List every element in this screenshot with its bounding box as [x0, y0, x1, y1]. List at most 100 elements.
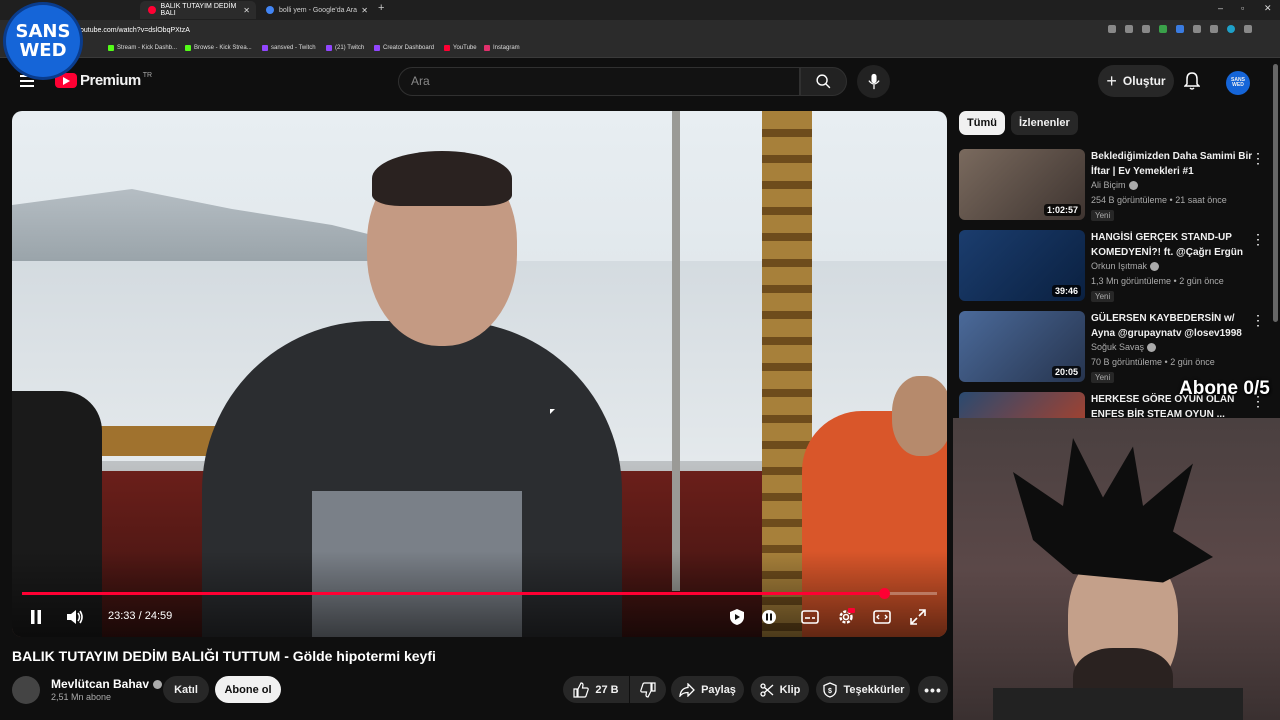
- bell-icon: [1183, 72, 1201, 90]
- notifications-button[interactable]: [1183, 72, 1201, 95]
- svg-text:$: $: [828, 688, 832, 695]
- theater-icon: [873, 610, 891, 624]
- bookmarks-bar: Stream - Kick Dashb... Browse - Kick Str…: [0, 42, 1280, 58]
- video-frame-pole: [672, 111, 680, 591]
- fullscreen-button[interactable]: [906, 605, 930, 629]
- video-player[interactable]: 23:33 / 24:59: [12, 111, 947, 637]
- extension-icon[interactable]: [1193, 25, 1201, 33]
- tab-label: BALIK TUTAYIM DEDİM BALI: [160, 3, 237, 17]
- pause-button[interactable]: [24, 605, 48, 629]
- extension-icon[interactable]: [1159, 25, 1167, 33]
- theater-mode-button[interactable]: [870, 605, 894, 629]
- ambient-mode-button[interactable]: [726, 605, 748, 629]
- recommendation-item[interactable]: 20:05 GÜLERSEN KAYBEDERSİN w/ Ayna @grup…: [959, 311, 1269, 383]
- more-actions-button[interactable]: •••: [918, 676, 948, 703]
- bookmark-item[interactable]: Instagram: [484, 45, 520, 51]
- subscriber-count: 2,51 Mn abone: [51, 692, 112, 702]
- account-avatar[interactable]: SANS WED: [1226, 71, 1250, 95]
- youtube-favicon-icon: [148, 6, 156, 14]
- more-icon[interactable]: [1244, 25, 1252, 33]
- voice-search-button[interactable]: [857, 65, 890, 98]
- share-button[interactable]: Paylaş: [671, 676, 744, 703]
- new-badge: Yeni: [1091, 372, 1115, 383]
- profile-icon[interactable]: [1227, 25, 1235, 33]
- subscribe-button[interactable]: Abone ol: [215, 676, 281, 703]
- video-thumbnail[interactable]: 1:02:57: [959, 149, 1085, 220]
- chip-watched[interactable]: İzlenenler: [1011, 111, 1078, 135]
- more-vertical-icon[interactable]: ⋮: [1251, 313, 1265, 327]
- bookmark-item[interactable]: Creator Dashboard: [374, 45, 434, 51]
- join-button[interactable]: Katıl: [163, 676, 209, 703]
- gear-icon: [839, 608, 855, 624]
- puzzle-icon[interactable]: [1210, 25, 1218, 33]
- video-thumbnail[interactable]: 20:05: [959, 311, 1085, 382]
- youtube-premium-logo[interactable]: Premium TR: [55, 72, 152, 89]
- browser-tab[interactable]: bolli yem - Google'da Ara ✕: [258, 1, 374, 19]
- mouse-cursor-icon: [550, 409, 555, 414]
- settings-button[interactable]: [834, 605, 858, 629]
- more-vertical-icon[interactable]: ⋮: [1251, 232, 1265, 246]
- youtube-header: Premium TR Ara + Oluştur SANS WED: [0, 60, 1280, 104]
- like-button[interactable]: 27 B: [563, 676, 629, 703]
- star-icon[interactable]: [1142, 25, 1150, 33]
- new-tab-button[interactable]: +: [378, 2, 384, 14]
- progress-bar[interactable]: [22, 588, 937, 599]
- progress-fill: [22, 592, 884, 595]
- thanks-icon: $: [822, 681, 837, 698]
- channel-avatar[interactable]: [12, 676, 40, 704]
- bookmark-item[interactable]: (21) Twitch: [326, 45, 364, 51]
- plus-icon: +: [1106, 70, 1117, 91]
- dislike-button[interactable]: [630, 676, 666, 703]
- maximize-icon[interactable]: ▫: [1241, 3, 1244, 13]
- volume-button[interactable]: [63, 605, 87, 629]
- twitch-icon: [262, 45, 268, 51]
- more-vertical-icon[interactable]: ⋮: [1251, 151, 1265, 165]
- bookmark-item[interactable]: YouTube: [444, 45, 477, 51]
- browser-tab-bar: BALIK TUTAYIM DEDİM BALI ✕ bolli yem - G…: [0, 0, 1280, 20]
- recommendation-item[interactable]: 1:02:57 Beklediğimizden Daha Samimi Bir …: [959, 149, 1269, 221]
- streamer-webcam-overlay: [953, 418, 1280, 720]
- fullscreen-icon: [910, 609, 926, 625]
- close-window-icon[interactable]: ✕: [1264, 3, 1272, 14]
- video-thumbnail[interactable]: 39:46: [959, 230, 1085, 301]
- browser-tab-active[interactable]: BALIK TUTAYIM DEDİM BALI ✕: [140, 1, 256, 19]
- twitch-icon: [374, 45, 380, 51]
- address-bar[interactable]: outube.com/watch?v=dslObqPXtzA: [80, 24, 1100, 38]
- recommendation-item[interactable]: 39:46 HANGİSİ GERÇEK STAND-UP KOMEDYENİ?…: [959, 230, 1269, 302]
- extension-icon[interactable]: [1176, 25, 1184, 33]
- minimize-icon[interactable]: –: [1218, 3, 1223, 13]
- scissors-icon: [759, 682, 774, 697]
- recommendation-channel[interactable]: Orkun Işıtmak: [1091, 261, 1160, 271]
- thanks-button[interactable]: $ Teşekkürler: [816, 676, 910, 703]
- autoplay-pause-icon: [762, 610, 776, 624]
- clip-button[interactable]: Klip: [751, 676, 809, 703]
- tab-label: bolli yem - Google'da Ara: [279, 6, 357, 14]
- chip-all[interactable]: Tümü: [959, 111, 1005, 135]
- recommendation-channel[interactable]: Ali Biçim: [1091, 180, 1138, 190]
- cast-icon[interactable]: [1125, 25, 1133, 33]
- pause-icon: [31, 610, 41, 624]
- streamer-logo-overlay: SANS WED: [3, 2, 83, 80]
- search-button[interactable]: [800, 67, 847, 96]
- autoplay-toggle[interactable]: [758, 605, 780, 629]
- subscriber-goal-overlay: Abone 0/5: [1179, 378, 1270, 399]
- subtitles-button[interactable]: [798, 605, 822, 629]
- search-input[interactable]: Ara: [398, 67, 800, 96]
- share-icon: [679, 682, 695, 697]
- new-badge: Yeni: [1091, 291, 1115, 302]
- page-scrollbar[interactable]: [1273, 64, 1278, 322]
- recommendation-channel[interactable]: Soğuk Savaş: [1091, 342, 1157, 352]
- bookmark-item[interactable]: Stream - Kick Dashb...: [108, 45, 177, 51]
- video-frame-person-right-head: [892, 376, 947, 456]
- new-badge: Yeni: [1091, 210, 1115, 221]
- video-frame-mountains: [12, 189, 412, 261]
- zoom-icon[interactable]: [1108, 25, 1116, 33]
- close-tab-icon[interactable]: ✕: [361, 6, 368, 15]
- progress-scrubber[interactable]: [878, 588, 890, 599]
- close-tab-icon[interactable]: ✕: [243, 6, 250, 15]
- thumbs-down-icon: [640, 681, 656, 698]
- bookmark-item[interactable]: Browse - Kick Strea...: [185, 45, 252, 51]
- channel-name[interactable]: Mevlütcan Bahav: [51, 677, 163, 691]
- bookmark-item[interactable]: sansved - Twitch: [262, 45, 316, 51]
- create-button[interactable]: + Oluştur: [1098, 65, 1174, 97]
